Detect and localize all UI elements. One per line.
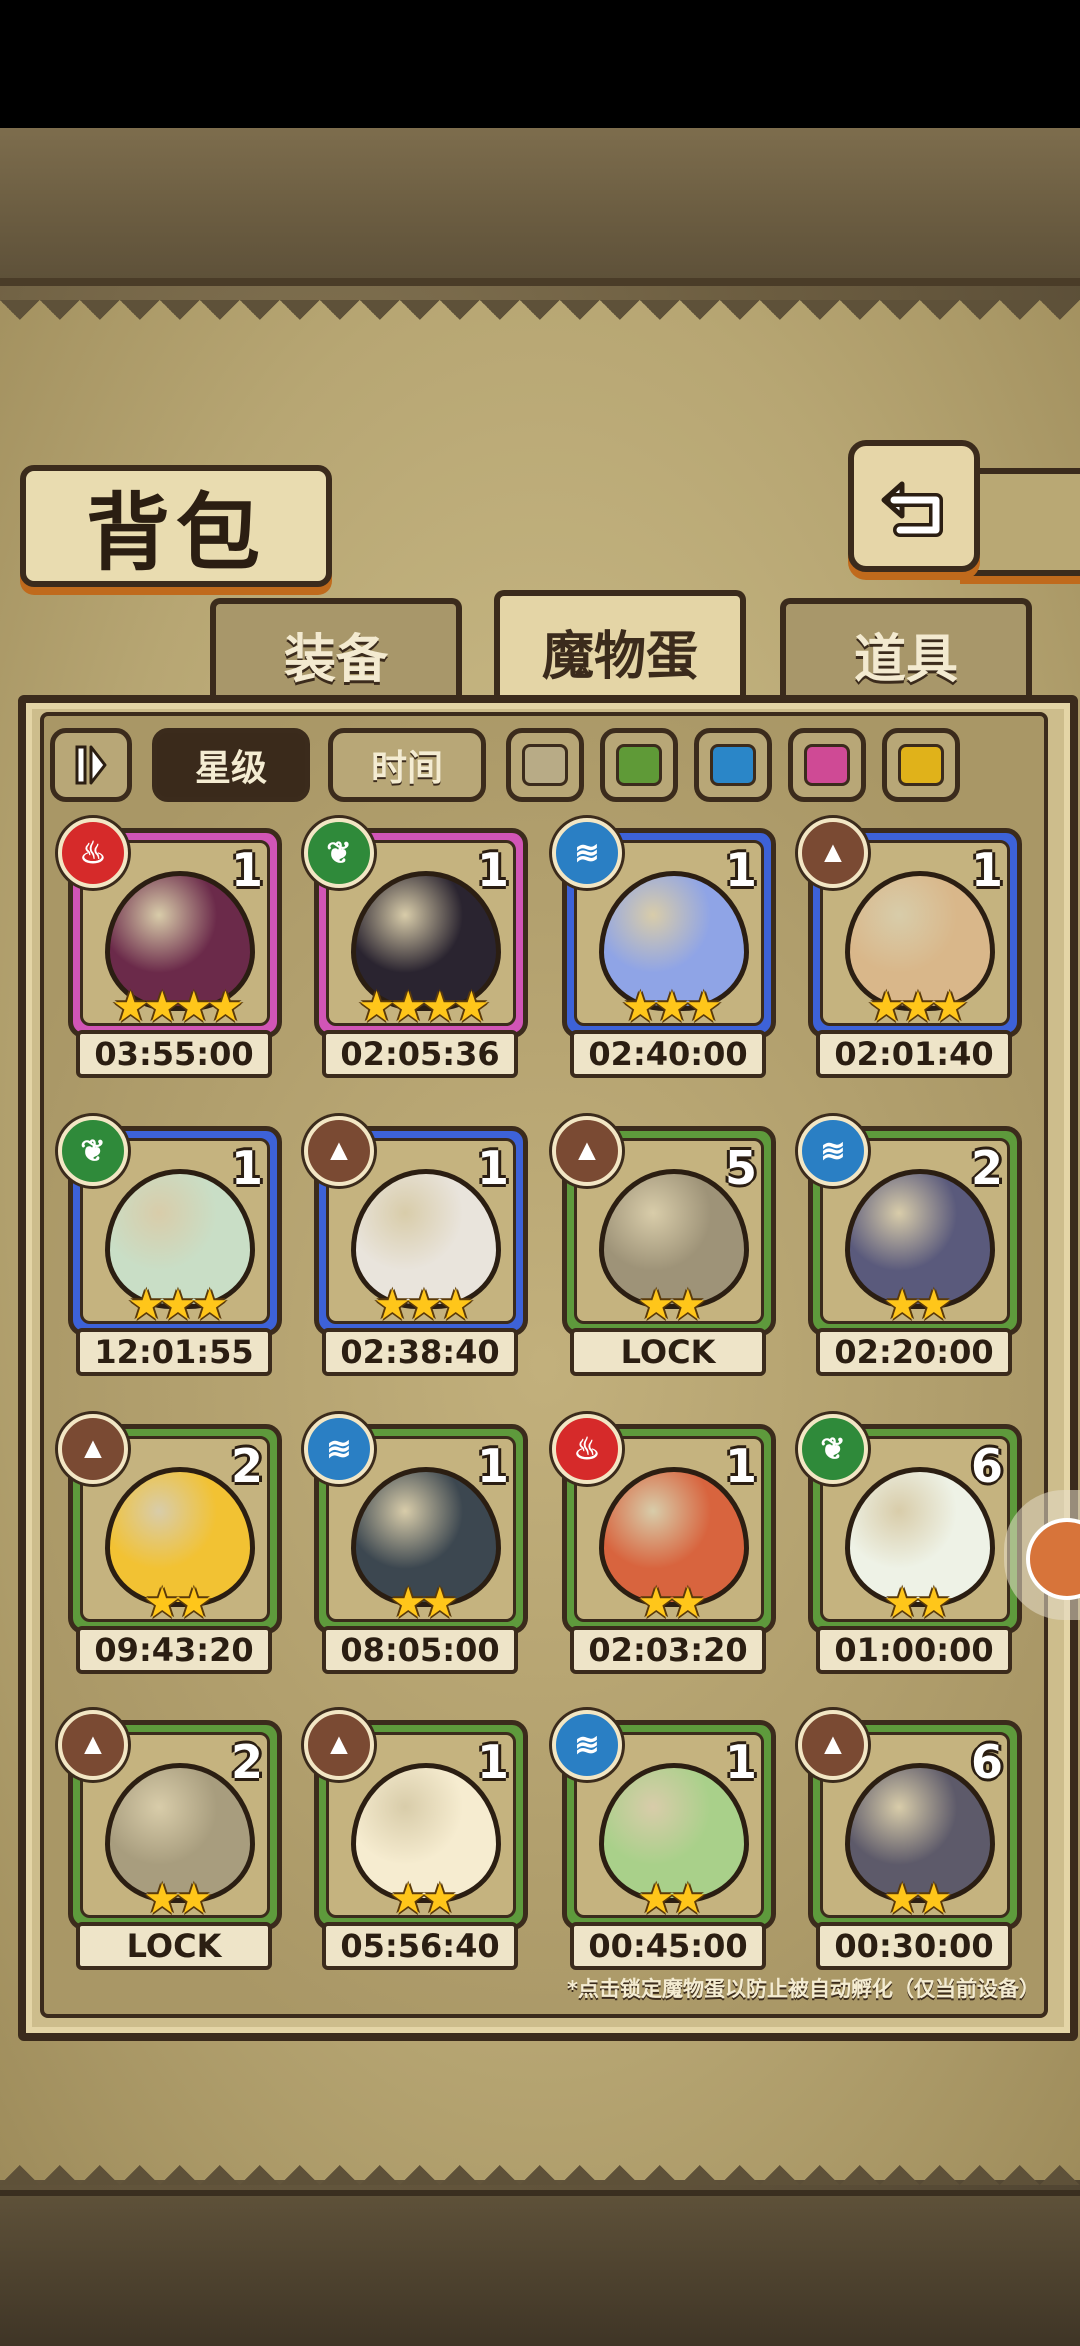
- color-filter-0[interactable]: [506, 728, 584, 802]
- earth-element-icon: ▲: [304, 1710, 374, 1780]
- egg-timer: 02:40:00: [570, 1030, 766, 1078]
- earth-element-icon: ▲: [552, 1116, 622, 1186]
- egg-count: 1: [476, 1735, 509, 1789]
- fire-element-icon: ♨: [552, 1414, 622, 1484]
- egg-stars: ★★: [389, 1579, 458, 1626]
- status-bar: [0, 0, 1080, 128]
- egg-count: 1: [970, 843, 1003, 897]
- egg-count: 1: [230, 1141, 263, 1195]
- leaf-element-icon: ❦: [798, 1414, 868, 1484]
- egg-stars: ★★: [637, 1281, 706, 1328]
- egg-timer: 12:01:55: [76, 1328, 272, 1376]
- color-filter-3[interactable]: [788, 728, 866, 802]
- egg-timer: 02:01:40: [816, 1030, 1012, 1078]
- egg-stars: ★★: [143, 1579, 212, 1626]
- egg-count: 6: [970, 1439, 1003, 1493]
- color-filter-swatch: [898, 744, 944, 786]
- leaf-element-icon: ❦: [58, 1116, 128, 1186]
- water-element-icon: ≋: [552, 818, 622, 888]
- egg-count: 5: [724, 1141, 757, 1195]
- egg-stars: ★★★★: [111, 983, 245, 1030]
- egg-stars: ★★★: [127, 1281, 229, 1328]
- map-band-top: [0, 128, 1080, 286]
- earth-element-icon: ▲: [58, 1710, 128, 1780]
- egg-timer: 09:43:20: [76, 1626, 272, 1674]
- egg-count: 1: [476, 1141, 509, 1195]
- earth-element-icon: ▲: [798, 1710, 868, 1780]
- leaf-element-icon: ❦: [304, 818, 374, 888]
- tab-equipment[interactable]: 装备: [210, 598, 462, 704]
- color-filter-swatch: [710, 744, 756, 786]
- tab-monster-eggs[interactable]: 魔物蛋: [494, 590, 746, 706]
- egg-timer: LOCK: [76, 1922, 272, 1970]
- egg-stars: ★★: [143, 1875, 212, 1922]
- water-element-icon: ≋: [304, 1414, 374, 1484]
- egg-timer: LOCK: [570, 1328, 766, 1376]
- egg-count: 2: [230, 1439, 263, 1493]
- egg-count: 1: [724, 843, 757, 897]
- water-element-icon: ≋: [552, 1710, 622, 1780]
- lock-hint: *点击锁定魔物蛋以防止被自动孵化（仅当前设备）: [567, 1977, 1040, 2001]
- egg-timer: 08:05:00: [322, 1626, 518, 1674]
- egg-stars: ★★: [883, 1579, 952, 1626]
- egg-stars: ★★: [883, 1281, 952, 1328]
- egg-timer: 02:20:00: [816, 1328, 1012, 1376]
- color-filter-swatch: [616, 744, 662, 786]
- zigzag-edge-bottom: [0, 2145, 1080, 2185]
- egg-timer: 00:30:00: [816, 1922, 1012, 1970]
- water-element-icon: ≋: [798, 1116, 868, 1186]
- egg-count: 1: [724, 1439, 757, 1493]
- title-plate: 背包: [20, 465, 332, 587]
- egg-stars: ★★★★: [357, 983, 491, 1030]
- back-button[interactable]: [848, 440, 980, 572]
- sort-by-time[interactable]: 时间: [328, 728, 486, 802]
- color-filter-1[interactable]: [600, 728, 678, 802]
- earth-element-icon: ▲: [304, 1116, 374, 1186]
- map-band-bottom: [0, 2190, 1080, 2346]
- sort-order-icon: [75, 745, 107, 785]
- earth-element-icon: ▲: [798, 818, 868, 888]
- egg-stars: ★★: [637, 1579, 706, 1626]
- assistant-icon: [1026, 1518, 1080, 1600]
- egg-timer: 00:45:00: [570, 1922, 766, 1970]
- page-title: 背包: [85, 482, 266, 582]
- tab-items[interactable]: 道具: [780, 598, 1032, 704]
- egg-timer: 05:56:40: [322, 1922, 518, 1970]
- egg-count: 1: [724, 1735, 757, 1789]
- egg-count: 1: [476, 1439, 509, 1493]
- sort-by-star[interactable]: 星级: [152, 728, 310, 802]
- egg-stars: ★★★: [373, 1281, 475, 1328]
- egg-timer: 02:03:20: [570, 1626, 766, 1674]
- color-filter-4[interactable]: [882, 728, 960, 802]
- egg-stars: ★★: [637, 1875, 706, 1922]
- egg-count: 2: [230, 1735, 263, 1789]
- egg-count: 2: [970, 1141, 1003, 1195]
- egg-count: 6: [970, 1735, 1003, 1789]
- color-filter-swatch: [522, 744, 568, 786]
- egg-count: 1: [230, 843, 263, 897]
- fire-element-icon: ♨: [58, 818, 128, 888]
- egg-timer: 03:55:00: [76, 1030, 272, 1078]
- color-filter-2[interactable]: [694, 728, 772, 802]
- egg-stars: ★★★: [867, 983, 969, 1030]
- egg-timer: 02:05:36: [322, 1030, 518, 1078]
- egg-timer: 02:38:40: [322, 1328, 518, 1376]
- earth-element-icon: ▲: [58, 1414, 128, 1484]
- color-filter-swatch: [804, 744, 850, 786]
- back-arrow-icon: [881, 481, 943, 537]
- egg-stars: ★★: [389, 1875, 458, 1922]
- egg-stars: ★★★: [621, 983, 723, 1030]
- egg-stars: ★★: [883, 1875, 952, 1922]
- sort-order-button[interactable]: [50, 728, 132, 802]
- egg-count: 1: [476, 843, 509, 897]
- egg-timer: 01:00:00: [816, 1626, 1012, 1674]
- zigzag-edge-top: [0, 300, 1080, 340]
